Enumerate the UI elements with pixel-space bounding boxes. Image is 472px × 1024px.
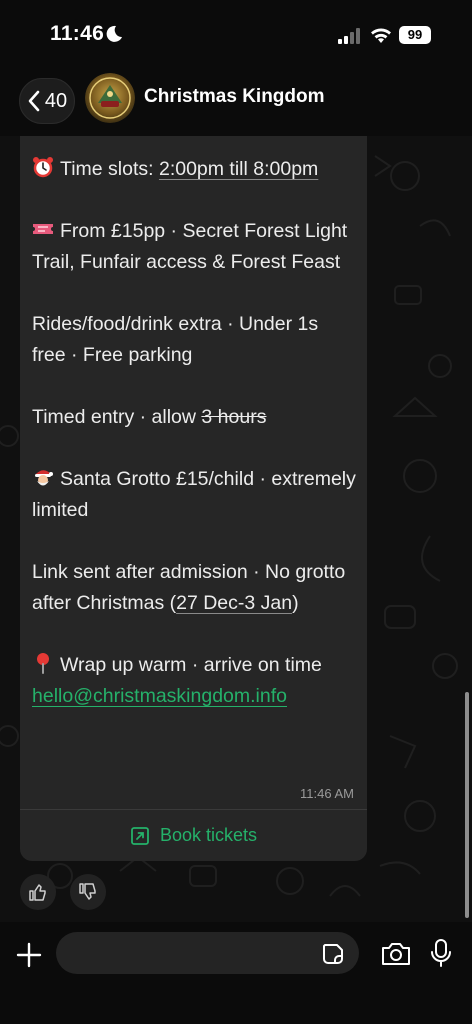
time-slots-label: Time slots: xyxy=(60,158,159,180)
sticker-icon[interactable] xyxy=(321,942,345,966)
santa-line: Santa Grotto £15/child · extremely limit… xyxy=(32,464,357,526)
chat-header: 40 Christmas Kingdom xyxy=(0,66,472,136)
input-bar xyxy=(0,922,472,1024)
santa-icon xyxy=(35,470,53,486)
timed-entry-duration: 3 hours xyxy=(201,406,267,428)
time-slots-value[interactable]: 2:00pm till 8:00pm xyxy=(159,158,318,180)
wrap-text: Wrap up warm · arrive on time xyxy=(60,654,322,676)
microphone-icon[interactable] xyxy=(430,938,452,968)
external-link-icon xyxy=(131,826,149,845)
extras-line: Rides/food/drink extra · Under 1s free ·… xyxy=(32,313,319,366)
timed-entry-text: Timed entry · allow xyxy=(32,406,202,428)
link-info-suffix: ) xyxy=(292,592,299,614)
thumbs-up-icon xyxy=(29,884,46,901)
message-text: Time slots: 2:00pm till 8:00pm From £15p… xyxy=(32,154,357,712)
timed-entry-line: Timed entry · allow 3 hours xyxy=(32,402,357,433)
avatar[interactable] xyxy=(85,73,135,123)
email-link[interactable]: hello@christmaskingdom.info xyxy=(32,685,287,707)
price-text: From £15pp · Secret Forest Light Trail, … xyxy=(32,220,348,273)
link-info-line: Link sent after admission · No grotto af… xyxy=(32,557,357,619)
battery-level: 99 xyxy=(399,26,431,44)
back-button[interactable]: 40 xyxy=(19,78,75,124)
status-time: 11:46 xyxy=(50,22,105,45)
plus-icon[interactable] xyxy=(14,940,44,970)
scrollbar[interactable] xyxy=(465,692,469,918)
link-info-dates[interactable]: 27 Dec-3 Jan xyxy=(176,592,292,614)
message-timestamp: 11:46 AM xyxy=(300,786,354,801)
price-line: From £15pp · Secret Forest Light Trail, … xyxy=(32,216,357,278)
camera-icon[interactable] xyxy=(380,940,412,968)
santa-text: Santa Grotto £15/child · extremely limit… xyxy=(32,468,356,521)
book-tickets-label: Book tickets xyxy=(159,825,258,845)
message-input[interactable] xyxy=(56,932,359,974)
moon-icon xyxy=(106,25,122,42)
status-bar: 11:46 99 xyxy=(0,0,472,66)
message-bubble[interactable]: Time slots: 2:00pm till 8:00pm From £15p… xyxy=(20,136,367,861)
book-tickets-button[interactable]: Book tickets xyxy=(20,810,367,861)
chat-title[interactable]: Christmas Kingdom xyxy=(144,86,325,108)
chevron-left-icon xyxy=(28,90,40,112)
unread-count: 40 xyxy=(44,89,68,112)
signal-icon xyxy=(338,28,360,44)
time-slots-line: Time slots: 2:00pm till 8:00pm xyxy=(32,154,357,185)
thumbs-down-icon xyxy=(79,883,96,900)
chat-area[interactable]: Time slots: 2:00pm till 8:00pm From £15p… xyxy=(0,136,472,922)
pushpin-icon xyxy=(37,653,49,674)
wrap-line: Wrap up warm · arrive on time hello@chri… xyxy=(32,650,357,712)
thumbs-up-button[interactable] xyxy=(20,874,56,910)
thumbs-down-button[interactable] xyxy=(70,874,106,910)
ticket-icon xyxy=(33,224,53,234)
wifi-icon xyxy=(371,28,391,43)
alarm-clock-icon xyxy=(33,157,53,178)
